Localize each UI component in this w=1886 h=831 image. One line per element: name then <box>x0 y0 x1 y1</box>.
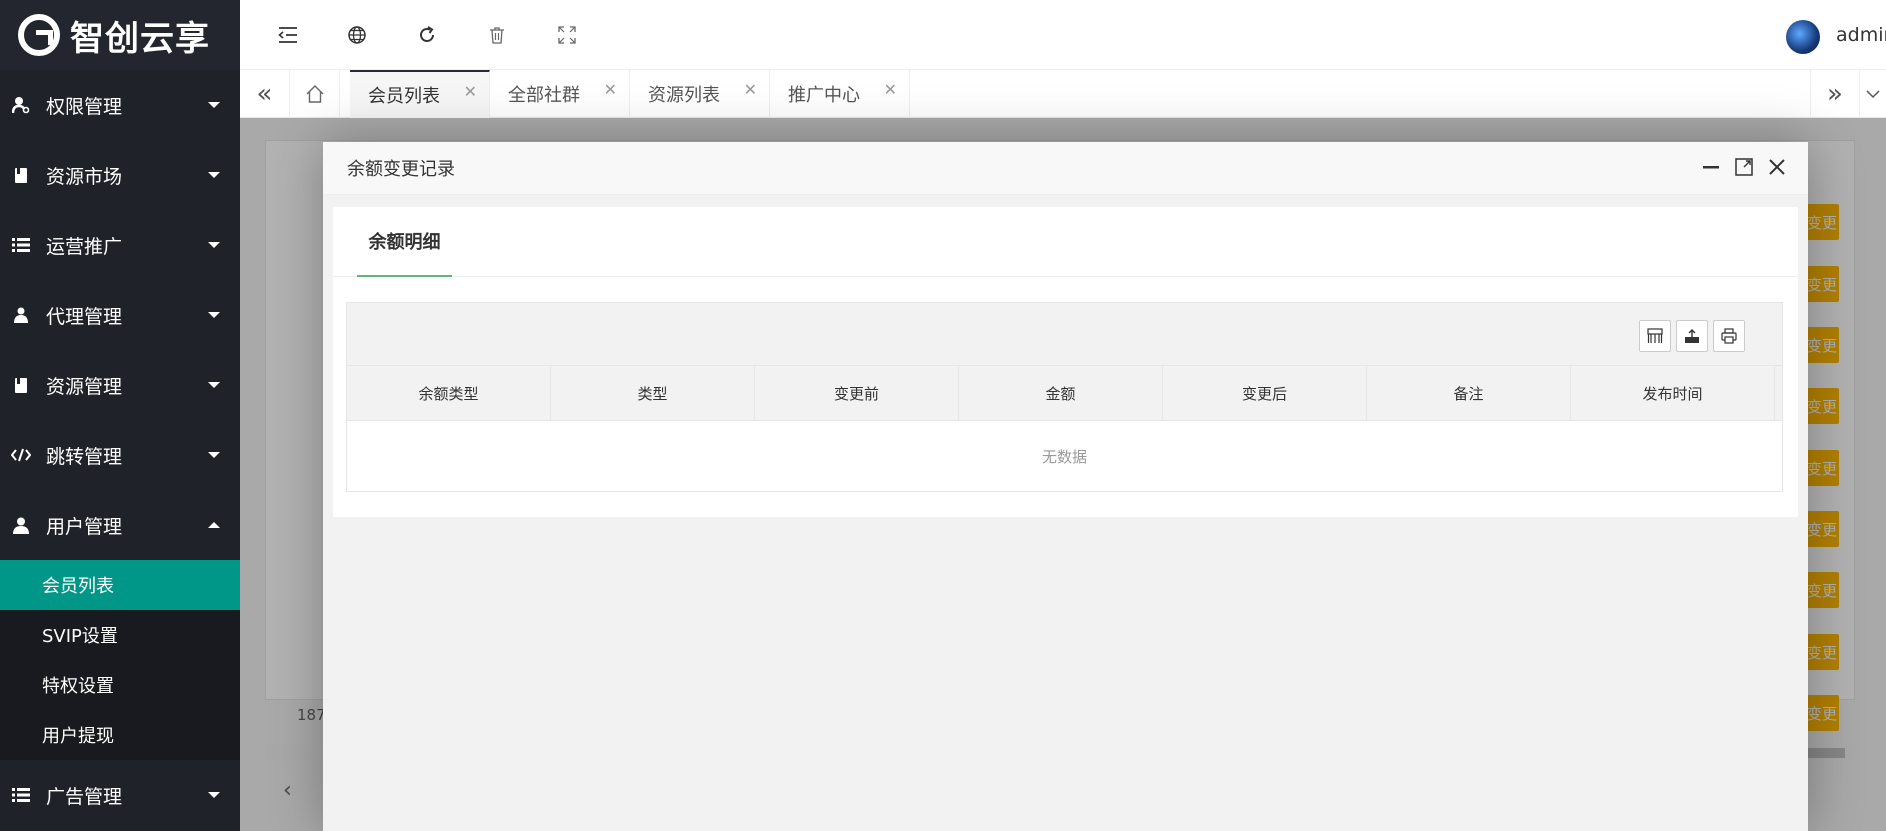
key-user-icon <box>10 96 32 114</box>
sidebar: 智创云享 权限管理 资源市场 运营推广 代理管理 资源管理 跳转管理 用户管理 … <box>0 0 240 831</box>
chevron-up-icon <box>208 522 220 528</box>
tab-label: 资源列表 <box>648 85 720 106</box>
globe-icon[interactable] <box>344 22 370 48</box>
submenu-withdrawals[interactable]: 用户提现 <box>0 710 240 760</box>
submenu-svip-settings[interactable]: SVIP设置 <box>0 610 240 660</box>
table-header: 余额类型 类型 变更前 金额 变更后 备注 发布时间 <box>347 366 1782 421</box>
page-tabs: « 会员列表 ✕ 全部社群 ✕ 资源列表 ✕ 推广中心 ✕ » <box>240 70 1886 118</box>
modal-card: 余额明细 余额类型 类型 变更前 金额 变更后 备注 发布时间 无数据 <box>333 207 1798 517</box>
columns-icon[interactable] <box>1639 320 1671 352</box>
tab-label: 会员列表 <box>368 86 440 107</box>
sidebar-item-resource-management[interactable]: 资源管理 <box>0 350 240 420</box>
users-icon <box>10 306 32 324</box>
users-submenu: 会员列表 SVIP设置 特权设置 用户提现 <box>0 560 240 760</box>
tabs-scroll-right-icon[interactable]: » <box>1810 70 1860 118</box>
column-header[interactable]: 余额类型 <box>347 366 551 421</box>
modal-header: 余额变更记录 <box>323 142 1808 195</box>
chevron-down-icon <box>208 452 220 458</box>
column-header[interactable]: 类型 <box>551 366 755 421</box>
tab-label: 全部社群 <box>508 85 580 106</box>
column-header[interactable]: 变更后 <box>1163 366 1367 421</box>
sidebar-item-label: 运营推广 <box>46 235 123 258</box>
sidebar-item-users[interactable]: 用户管理 <box>0 490 240 560</box>
code-icon <box>10 446 32 464</box>
modal-title: 余额变更记录 <box>347 159 455 180</box>
tab-label: 推广中心 <box>788 85 860 106</box>
balance-history-modal: 余额变更记录 余额明细 余额类型 类型 变更前 金额 变更后 备注 发布时间 无… <box>323 142 1808 831</box>
print-icon[interactable] <box>1713 320 1745 352</box>
sidebar-item-label: 广告管理 <box>46 785 123 808</box>
chevron-down-icon <box>208 102 220 108</box>
sidebar-item-label: 权限管理 <box>46 95 123 118</box>
sidebar-item-label: 资源管理 <box>46 375 123 398</box>
close-icon[interactable]: ✕ <box>884 80 897 99</box>
close-icon[interactable] <box>1766 156 1788 178</box>
column-header[interactable]: 金额 <box>959 366 1163 421</box>
trash-icon[interactable] <box>484 22 510 48</box>
maximize-icon[interactable] <box>1733 156 1755 178</box>
logo-icon <box>18 14 60 56</box>
sidebar-item-operations[interactable]: 运营推广 <box>0 210 240 280</box>
chevron-down-icon <box>208 312 220 318</box>
export-icon[interactable] <box>1676 320 1708 352</box>
logo-text: 智创云享 <box>70 18 210 59</box>
top-header: admin <box>240 0 1886 70</box>
menu-collapse-icon[interactable] <box>275 22 301 48</box>
fullscreen-icon[interactable] <box>554 22 580 48</box>
close-icon[interactable]: ✕ <box>464 82 477 101</box>
column-header[interactable]: 备注 <box>1367 366 1571 421</box>
sidebar-item-label: 代理管理 <box>46 305 123 328</box>
list-icon <box>10 236 32 254</box>
chevron-down-icon <box>208 242 220 248</box>
list-icon <box>10 786 32 804</box>
book-icon <box>10 166 32 184</box>
user-icon <box>10 516 32 534</box>
logo[interactable]: 智创云享 <box>0 0 240 70</box>
username[interactable]: admin <box>1836 24 1886 46</box>
refresh-icon[interactable] <box>414 22 440 48</box>
column-header[interactable]: 变更前 <box>755 366 959 421</box>
sidebar-item-redirects[interactable]: 跳转管理 <box>0 420 240 490</box>
sidebar-item-resource-market[interactable]: 资源市场 <box>0 140 240 210</box>
tabs-scroll-left-icon[interactable]: « <box>240 70 290 118</box>
sidebar-item-permissions[interactable]: 权限管理 <box>0 70 240 140</box>
chevron-down-icon <box>208 382 220 388</box>
balance-table: 余额类型 类型 变更前 金额 变更后 备注 发布时间 无数据 <box>346 302 1783 492</box>
submenu-privilege-settings[interactable]: 特权设置 <box>0 660 240 710</box>
tab-member-list[interactable]: 会员列表 ✕ <box>350 70 490 118</box>
avatar[interactable] <box>1786 20 1820 54</box>
tabs-menu-chevron-down-icon[interactable] <box>1860 70 1886 118</box>
card-tabs: 余额明细 <box>333 207 1798 277</box>
table-toolbar <box>347 303 1782 366</box>
sidebar-item-ads[interactable]: 广告管理 <box>0 760 240 830</box>
close-icon[interactable]: ✕ <box>744 80 757 99</box>
close-icon[interactable]: ✕ <box>604 80 617 99</box>
sidebar-item-label: 跳转管理 <box>46 445 123 468</box>
tab-all-communities[interactable]: 全部社群 ✕ <box>490 70 630 118</box>
empty-state: 无数据 <box>347 421 1782 491</box>
column-header[interactable]: 发布时间 <box>1571 366 1775 421</box>
home-icon[interactable] <box>290 70 340 118</box>
submenu-member-list[interactable]: 会员列表 <box>0 560 240 610</box>
book-icon <box>10 376 32 394</box>
sidebar-item-label: 用户管理 <box>46 515 123 538</box>
tab-resource-list[interactable]: 资源列表 ✕ <box>630 70 770 118</box>
chevron-down-icon <box>208 792 220 798</box>
sidebar-item-agents[interactable]: 代理管理 <box>0 280 240 350</box>
tab-balance-detail[interactable]: 余额明细 <box>357 207 452 277</box>
tab-promotion-center[interactable]: 推广中心 ✕ <box>770 70 910 118</box>
sidebar-item-label: 资源市场 <box>46 165 123 188</box>
minimize-icon[interactable] <box>1700 156 1722 178</box>
chevron-down-icon <box>208 172 220 178</box>
